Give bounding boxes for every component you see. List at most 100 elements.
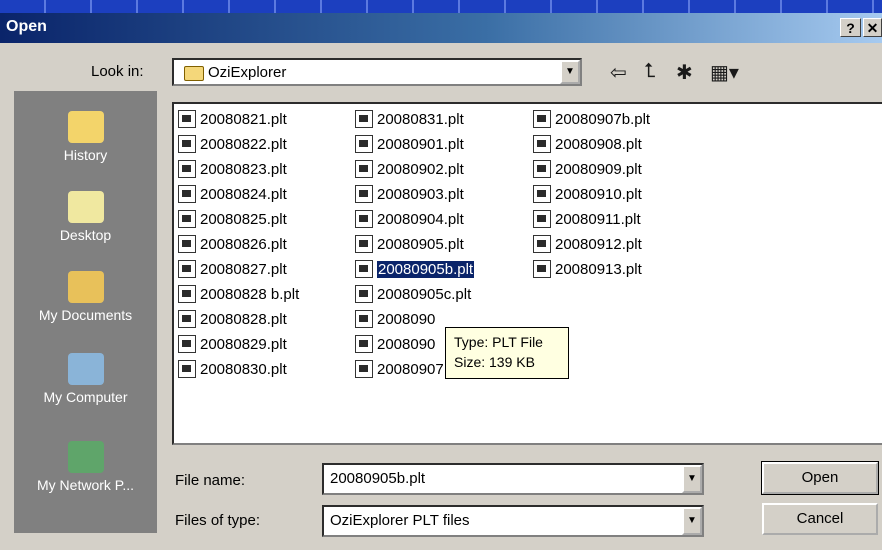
list-item[interactable]: 20080905c.plt [355,285,471,303]
file-list[interactable]: 20080821.plt 20080822.plt 20080823.plt 2… [172,102,882,445]
lookin-value: OziExplorer [208,64,287,81]
place-desktop[interactable]: Desktop [14,191,157,243]
place-label: My Network P... [37,477,134,493]
list-item[interactable]: 20080828.plt [178,310,287,328]
chevron-down-icon[interactable]: ▼ [560,60,580,84]
list-item[interactable]: 20080827.plt [178,260,287,278]
list-item[interactable]: 20080824.plt [178,185,287,203]
tooltip-size: Size: 139 KB [454,354,535,370]
desktop-icon [67,191,104,223]
network-icon [67,441,104,473]
place-network[interactable]: My Network P... [14,441,157,493]
list-item[interactable]: 20080829.plt [178,335,287,353]
list-item[interactable]: 2008090 [355,335,435,353]
list-item[interactable]: 2008090 [355,310,435,328]
window-title: Open [6,18,47,35]
plt-file-icon [355,260,373,278]
list-item[interactable]: 20080910.plt [533,185,642,203]
decorative-strip [0,0,882,13]
filetype-value: OziExplorer PLT files [330,512,470,529]
up-folder-icon[interactable]: ⮤ [644,60,656,83]
plt-file-icon [355,310,373,328]
plt-file-icon [178,260,196,278]
tooltip-type: Type: PLT File [454,334,543,350]
list-item[interactable]: 20080822.plt [178,135,287,153]
list-item-selected[interactable]: 20080905b.plt [355,259,476,279]
plt-file-icon [533,160,551,178]
list-item[interactable]: 20080907b.plt [533,110,650,128]
lookin-combo[interactable]: OziExplorer ▼ [172,58,582,86]
place-history[interactable]: History [14,111,157,163]
plt-file-icon [355,360,373,378]
close-icon[interactable]: ✕ [863,18,882,37]
place-label: Desktop [59,227,112,243]
place-mycomputer[interactable]: My Computer [14,353,157,405]
plt-file-icon [533,210,551,228]
place-mydocuments[interactable]: My Documents [14,271,157,323]
plt-file-icon [355,110,373,128]
list-item[interactable]: 20080908.plt [533,135,642,153]
list-item[interactable]: 20080913.plt [533,260,642,278]
plt-file-icon [533,235,551,253]
open-button[interactable]: Open [761,461,879,495]
plt-file-icon [533,185,551,203]
filename-label: File name: [175,472,246,489]
plt-file-icon [533,135,551,153]
lookin-label: Look in: [91,63,144,80]
documents-icon [67,271,104,303]
filetype-select[interactable]: OziExplorer PLT files ▼ [322,505,704,537]
new-folder-icon[interactable]: ✱ [676,60,693,85]
plt-file-icon [178,285,196,303]
list-item[interactable]: 20080831.plt [355,110,464,128]
view-menu-icon[interactable]: ▦▾ [710,60,739,85]
history-icon [67,111,104,143]
plt-file-icon [533,260,551,278]
list-item[interactable]: 20080823.plt [178,160,287,178]
list-item[interactable]: 20080911.plt [533,210,641,228]
back-icon[interactable]: ⇦ [610,60,627,85]
plt-file-icon [178,185,196,203]
plt-file-icon [178,235,196,253]
filetype-label: Files of type: [175,512,261,529]
plt-file-icon [355,335,373,353]
plt-file-icon [178,160,196,178]
list-item[interactable]: 20080905.plt [355,235,464,253]
list-item[interactable]: 20080904.plt [355,210,464,228]
plt-file-icon [178,110,196,128]
list-item[interactable]: 20080902.plt [355,160,464,178]
list-item[interactable]: 20080909.plt [533,160,642,178]
filename-value: 20080905b.plt [330,470,426,487]
help-icon[interactable]: ? [840,18,861,37]
plt-file-icon [178,210,196,228]
plt-file-icon [355,185,373,203]
plt-file-icon [355,210,373,228]
cancel-button[interactable]: Cancel [762,503,878,535]
list-item[interactable]: 20080828 b.plt [178,285,299,303]
list-item[interactable]: 20080825.plt [178,210,287,228]
file-tooltip: Type: PLT File Size: 139 KB [445,327,569,379]
plt-file-icon [533,110,551,128]
plt-file-icon [178,335,196,353]
filename-field[interactable]: 20080905b.plt ▼ [322,463,704,495]
chevron-down-icon[interactable]: ▼ [682,465,702,493]
plt-file-icon [355,135,373,153]
plt-file-icon [355,285,373,303]
computer-icon [67,353,104,385]
list-item[interactable]: 20080903.plt [355,185,464,203]
plt-file-icon [355,160,373,178]
place-label: My Computer [43,389,128,405]
folder-icon [184,66,204,81]
title-bar: Open ? ✕ [0,13,882,43]
plt-file-icon [178,360,196,378]
list-item[interactable]: 20080912.plt [533,235,642,253]
list-item[interactable]: 20080901.plt [355,135,464,153]
place-label: My Documents [38,307,133,323]
chevron-down-icon[interactable]: ▼ [682,507,702,535]
list-item[interactable]: 20080821.plt [178,110,287,128]
plt-file-icon [355,235,373,253]
list-item[interactable]: 20080830.plt [178,360,287,378]
plt-file-icon [178,135,196,153]
list-item[interactable]: 20080826.plt [178,235,287,253]
plt-file-icon [178,310,196,328]
place-label: History [63,147,108,163]
